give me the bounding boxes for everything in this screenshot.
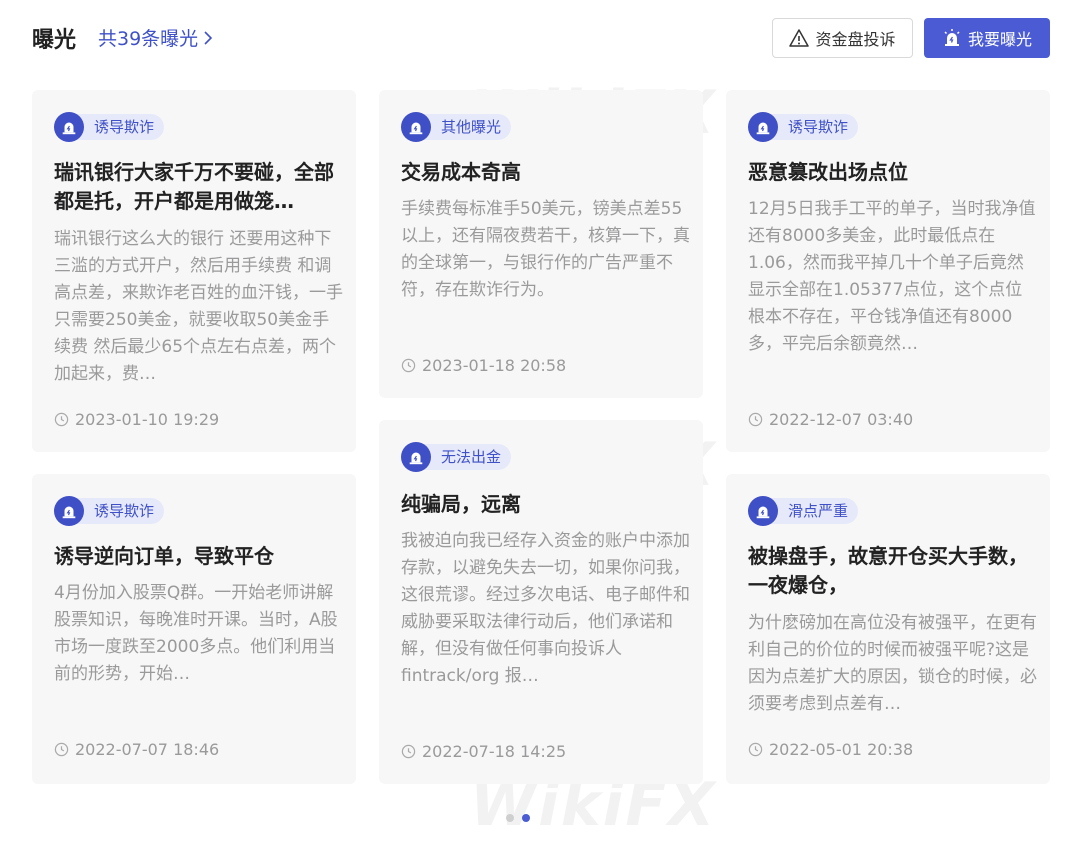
card-timestamp: 2022-07-07 18:46 xyxy=(54,740,219,759)
card-title: 诱导逆向订单，导致平仓 xyxy=(54,544,274,568)
card-title: 交易成本奇高 xyxy=(401,160,521,184)
card-description: 为什麽磅加在高位没有被强平，在更有利自己的价位的时候而被强平呢?这是因为点差扩大… xyxy=(748,613,1037,714)
fund-scheme-complaint-button[interactable]: 资金盘投诉 xyxy=(772,18,913,58)
clock-icon xyxy=(401,744,416,759)
timestamp-text: 2023-01-18 20:58 xyxy=(422,356,567,375)
category-label: 滑点严重 xyxy=(770,498,859,524)
card-timestamp: 2022-12-07 03:40 xyxy=(748,410,913,429)
alarm-light-icon xyxy=(401,112,431,142)
alarm-light-icon xyxy=(944,29,960,46)
category-label: 诱导欺诈 xyxy=(770,114,859,140)
card-description: 手续费每标准手50美元，镑美点差55以上，还有隔夜费若干，核算一下，真的全球第一… xyxy=(401,199,690,300)
timestamp-text: 2023-01-10 19:29 xyxy=(75,410,220,429)
category-badge: 滑点严重 xyxy=(748,496,859,526)
exposure-card[interactable]: 诱导欺诈 诱导逆向订单，导致平仓 4月份加入股票Q群。一开始老师讲解股票知识，每… xyxy=(32,474,356,784)
category-badge: 其他曝光 xyxy=(401,112,512,142)
expose-button-label: 我要曝光 xyxy=(967,30,1032,49)
page-title: 曝光 xyxy=(32,28,77,53)
warning-icon xyxy=(789,29,810,47)
exposure-card[interactable]: 其他曝光 交易成本奇高 手续费每标准手50美元，镑美点差55以上，还有隔夜费若干… xyxy=(379,90,703,398)
clock-icon xyxy=(401,358,416,373)
timestamp-text: 2022-07-18 14:25 xyxy=(422,742,567,761)
category-label: 无法出金 xyxy=(423,444,512,470)
pagination-dot-active[interactable] xyxy=(522,814,530,822)
category-badge: 诱导欺诈 xyxy=(748,112,859,142)
card-description: 12月5日我手工平的单子，当时我净值还有8000多美金，此时最低点在1.06，然… xyxy=(748,199,1036,354)
carousel-pagination xyxy=(506,814,530,822)
submit-exposure-button[interactable]: 我要曝光 xyxy=(924,18,1050,58)
chevron-right-icon xyxy=(204,30,213,45)
card-description: 4月份加入股票Q群。一开始老师讲解股票知识，每晚准时开课。当时，A股市场一度跌至… xyxy=(54,583,338,684)
timestamp-text: 2022-05-01 20:38 xyxy=(769,740,914,759)
category-label: 诱导欺诈 xyxy=(76,114,165,140)
exposure-count-label: 共39条曝光 xyxy=(98,28,199,50)
card-description: 我被迫向我已经存入资金的账户中添加存款，以避免失去一切，如果你问我，这很荒谬。经… xyxy=(401,531,690,686)
alarm-light-icon xyxy=(748,112,778,142)
card-timestamp: 2023-01-18 20:58 xyxy=(401,356,566,375)
card-timestamp: 2023-01-10 19:29 xyxy=(54,410,219,429)
card-timestamp: 2022-05-01 20:38 xyxy=(748,740,913,759)
clock-icon xyxy=(748,742,763,757)
category-badge: 诱导欺诈 xyxy=(54,112,165,142)
exposure-card[interactable]: 诱导欺诈 瑞讯银行大家千万不要碰，全部都是托，开户都是用做笼… 瑞讯银行这么大的… xyxy=(32,90,356,452)
clock-icon xyxy=(54,742,69,757)
exposure-count-link[interactable]: 共39条曝光 xyxy=(98,24,214,51)
timestamp-text: 2022-07-07 18:46 xyxy=(75,740,220,759)
complaint-button-label: 资金盘投诉 xyxy=(815,30,896,49)
pagination-dot[interactable] xyxy=(506,814,514,822)
category-label: 其他曝光 xyxy=(423,114,512,140)
category-label: 诱导欺诈 xyxy=(76,498,165,524)
card-title: 恶意篡改出场点位 xyxy=(748,160,908,184)
category-badge: 诱导欺诈 xyxy=(54,496,165,526)
card-title: 被操盘手，故意开仓买大手数，一夜爆仓， xyxy=(748,544,1028,597)
exposure-card[interactable]: 滑点严重 被操盘手，故意开仓买大手数，一夜爆仓， 为什麽磅加在高位没有被强平，在… xyxy=(726,474,1050,784)
category-badge: 无法出金 xyxy=(401,442,512,472)
exposure-card[interactable]: 诱导欺诈 恶意篡改出场点位 12月5日我手工平的单子，当时我净值还有8000多美… xyxy=(726,90,1050,452)
clock-icon xyxy=(54,412,69,427)
timestamp-text: 2022-12-07 03:40 xyxy=(769,410,914,429)
exposure-card[interactable]: 无法出金 纯骗局，远离 我被迫向我已经存入资金的账户中添加存款，以避免失去一切，… xyxy=(379,420,703,784)
alarm-light-icon xyxy=(401,442,431,472)
card-title: 瑞讯银行大家千万不要碰，全部都是托，开户都是用做笼… xyxy=(54,160,334,213)
card-timestamp: 2022-07-18 14:25 xyxy=(401,742,566,761)
page-header: 曝光 共39条曝光 资金盘投诉 我要曝光 xyxy=(0,0,1080,80)
card-title: 纯骗局，远离 xyxy=(401,492,521,516)
alarm-light-icon xyxy=(54,496,84,526)
alarm-light-icon xyxy=(54,112,84,142)
clock-icon xyxy=(748,412,763,427)
card-description: 瑞讯银行这么大的银行 还要用这种下三滥的方式开户，然后用手续费 和调高点差，来欺… xyxy=(54,229,343,384)
alarm-light-icon xyxy=(748,496,778,526)
